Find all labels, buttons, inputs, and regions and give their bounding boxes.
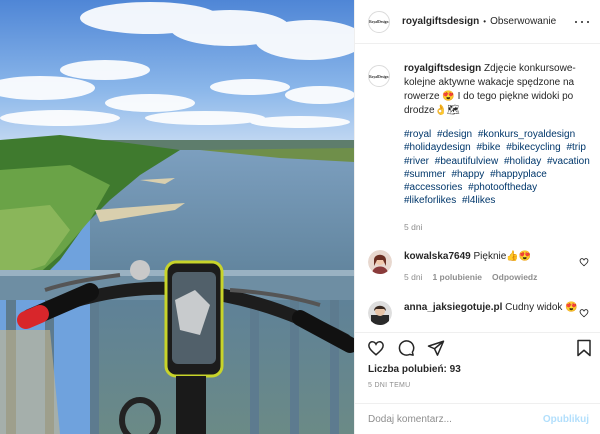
- hashtag-link[interactable]: #likeforlikes: [404, 195, 456, 206]
- comment-text: anna_jaksiegotuje.pl Cudny widok 😍: [404, 301, 593, 315]
- likes-count[interactable]: Liczba polubień: 93: [368, 364, 461, 375]
- comment-username[interactable]: kowalska7649: [404, 251, 471, 262]
- hashtag-link[interactable]: #bike: [477, 142, 501, 153]
- comment-body: Pięknie👍😍: [473, 251, 532, 262]
- bike-river-photo: [0, 0, 354, 434]
- caption-avatar-logo-text: RoyalDesign: [369, 73, 389, 79]
- avatar-logo-text: RoyalDesign: [369, 19, 389, 24]
- comment-username[interactable]: anna_jaksiegotuje.pl: [404, 302, 502, 313]
- comment-item: kowalska7649 Pięknie👍😍 5 dni 1 polubieni…: [368, 250, 593, 282]
- comment-text: kowalska7649 Pięknie👍😍: [404, 250, 593, 264]
- caption-timestamp[interactable]: 5 dni: [404, 222, 593, 232]
- hashtag-link[interactable]: #holidaydesign: [404, 142, 471, 153]
- hashtag-link[interactable]: #holiday: [504, 156, 541, 167]
- like-heart-icon[interactable]: [367, 339, 385, 360]
- share-send-icon[interactable]: [427, 339, 445, 360]
- comment-time[interactable]: 5 dni: [404, 272, 422, 282]
- hashtag-link[interactable]: #design: [437, 129, 472, 140]
- comment-bubble-icon[interactable]: [397, 339, 415, 360]
- hashtag-link[interactable]: #happyplace: [490, 169, 547, 180]
- hashtag-link[interactable]: #bikecycling: [506, 142, 560, 153]
- commenter-avatar[interactable]: [368, 301, 392, 325]
- caption-username[interactable]: royalgiftsdesign: [404, 63, 481, 74]
- hashtag-link[interactable]: #trip: [566, 142, 585, 153]
- post-header: RoyalDesign royalgiftsdesign • Obserwowa…: [355, 0, 600, 44]
- hashtag-link[interactable]: #vacation: [547, 156, 590, 167]
- comment-like-heart-icon[interactable]: [579, 308, 589, 321]
- comment-item: anna_jaksiegotuje.pl Cudny widok 😍: [368, 301, 593, 325]
- hashtag-link[interactable]: #royal: [404, 129, 431, 140]
- comment-likes-count[interactable]: 1 polubienie: [432, 272, 482, 282]
- post-actions: Liczba polubień: 93 5 DNI TEMU Opublikuj: [355, 332, 600, 434]
- post-caption: RoyalDesign royalgiftsdesign Zdjęcie kon…: [368, 62, 593, 232]
- reply-button[interactable]: Odpowiedz: [492, 272, 537, 282]
- avatar[interactable]: RoyalDesign: [368, 10, 390, 33]
- hashtag-link[interactable]: #happy: [451, 169, 484, 180]
- post-side-panel: RoyalDesign royalgiftsdesign • Obserwowa…: [354, 0, 600, 434]
- caption-avatar[interactable]: RoyalDesign: [368, 65, 390, 87]
- hashtag-link[interactable]: #photooftheday: [468, 182, 537, 193]
- more-options-icon[interactable]: [575, 15, 589, 29]
- publish-button[interactable]: Opublikuj: [543, 414, 589, 425]
- hashtag-link[interactable]: #konkurs_royaldesign: [478, 129, 575, 140]
- save-bookmark-icon[interactable]: [576, 339, 592, 360]
- comment-like-heart-icon[interactable]: [579, 257, 589, 270]
- hashtag-link[interactable]: #summer: [404, 169, 446, 180]
- comment-meta: 5 dni 1 polubienie Odpowiedz: [404, 272, 593, 282]
- commenter-avatar[interactable]: [368, 250, 392, 274]
- post-photo[interactable]: [0, 0, 354, 434]
- action-icons: [367, 339, 445, 360]
- hashtag-link[interactable]: #l4likes: [462, 195, 495, 206]
- following-button[interactable]: Obserwowanie: [490, 16, 556, 27]
- post-timestamp[interactable]: 5 DNI TEMU: [368, 382, 411, 389]
- caption-text: royalgiftsdesign Zdjęcie konkursowe- kol…: [404, 62, 593, 118]
- hashtag-link[interactable]: #accessories: [404, 182, 462, 193]
- hashtag-link[interactable]: #river: [404, 156, 429, 167]
- header-username[interactable]: royalgiftsdesign: [402, 16, 479, 27]
- comment-body: Cudny widok 😍: [505, 302, 578, 313]
- separator-dot: •: [483, 17, 487, 26]
- add-comment-bar: Opublikuj: [355, 403, 600, 434]
- hashtag-list: #royal #design #konkurs_royaldesign #hol…: [404, 128, 593, 208]
- comment-input[interactable]: [368, 414, 528, 425]
- hashtag-link[interactable]: #beautifulview: [435, 156, 498, 167]
